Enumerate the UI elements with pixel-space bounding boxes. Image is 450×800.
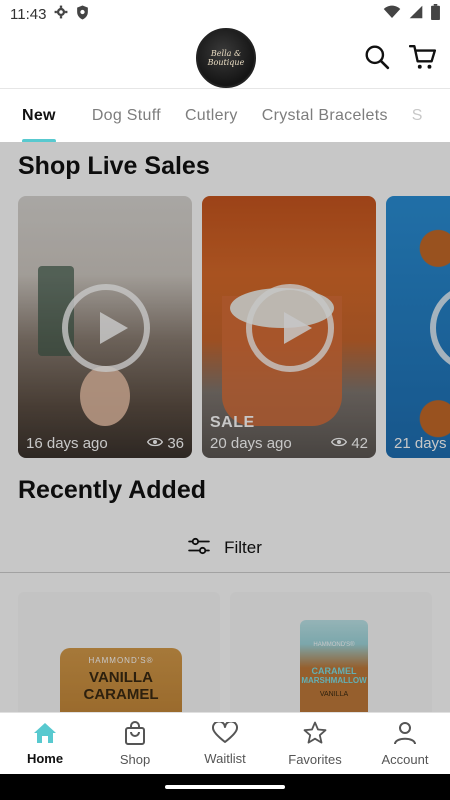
settings-icon (54, 5, 68, 23)
nav-waitlist[interactable]: Waitlist (180, 713, 270, 774)
nav-favorites[interactable]: Favorites (270, 713, 360, 774)
sale-badge: SALE (210, 414, 255, 431)
battery-icon (431, 4, 440, 24)
live-sale-age: 16 days ago (26, 435, 108, 452)
store-logo[interactable]: Bella & Boutique (196, 28, 256, 88)
tab-new[interactable]: New (0, 89, 80, 142)
live-sale-card[interactable]: 21 days (386, 196, 450, 458)
product-name-line2: MARSHMALLOW (301, 676, 367, 685)
tab-overflow[interactable]: S (400, 89, 435, 142)
nav-favorites-label: Favorites (288, 751, 342, 767)
filter-label: Filter (224, 538, 262, 557)
category-tabs: New Dog Stuff Cutlery Crystal Bracelets … (0, 88, 450, 142)
play-icon[interactable] (246, 284, 334, 372)
filter-sliders-icon (188, 537, 210, 560)
nav-waitlist-label: Waitlist (204, 750, 246, 766)
status-bar: 11:43 (0, 0, 450, 28)
product-name-line1: VANILLA (89, 669, 153, 686)
filter-button[interactable]: Filter (0, 522, 450, 574)
heart-icon (212, 720, 238, 747)
product-card[interactable]: HAMMOND'S® VANILLA CARAMEL (18, 592, 220, 712)
app-header: Bella & Boutique (0, 28, 450, 88)
eye-icon (331, 435, 348, 452)
nav-shop[interactable]: Shop (90, 713, 180, 774)
wifi-icon (383, 5, 401, 23)
live-sale-views: 36 (167, 435, 184, 452)
play-icon[interactable] (430, 284, 450, 372)
nav-shop-label: Shop (119, 751, 151, 767)
recently-added-title: Recently Added (18, 476, 207, 504)
tab-crystal-bracelets[interactable]: Crystal Bracelets (250, 89, 400, 142)
play-icon[interactable] (62, 284, 150, 372)
search-icon[interactable] (362, 42, 392, 72)
bottom-nav: Home Shop Waitlist Favorites Account (0, 712, 450, 774)
nav-home[interactable]: Home (0, 713, 90, 774)
nav-home-label: Home (26, 750, 64, 766)
product-brand: HAMMOND'S® (313, 642, 355, 648)
status-time: 11:43 (10, 5, 47, 23)
live-sale-card[interactable]: 16 days ago 36 (18, 196, 192, 458)
star-icon (303, 721, 327, 748)
nav-account[interactable]: Account (360, 713, 450, 774)
product-brand: HAMMOND'S® (88, 656, 154, 665)
product-name-line2: CARAMEL (83, 686, 159, 703)
product-card[interactable]: HAMMOND'S® CARAMEL MARSHMALLOW VANILLA (230, 592, 432, 712)
divider (0, 572, 450, 573)
shopping-bag-icon (124, 720, 146, 748)
live-sales-carousel[interactable]: 16 days ago 36 SALE 20 days ago 42 21 da… (18, 196, 450, 458)
product-name-line1: CARAMEL (311, 666, 357, 676)
tab-dog-stuff[interactable]: Dog Stuff (80, 89, 173, 142)
account-icon (394, 721, 416, 748)
home-gesture-handle[interactable] (165, 785, 285, 789)
home-icon (33, 722, 57, 747)
cell-signal-icon (409, 5, 423, 23)
main-content: Shop Live Sales 16 days ago 36 SALE 20 d… (0, 142, 450, 712)
product-flavor: VANILLA (319, 691, 349, 698)
nav-account-label: Account (381, 751, 429, 767)
live-sale-age: 21 days (394, 435, 447, 452)
tab-cutlery[interactable]: Cutlery (173, 89, 250, 142)
eye-icon (147, 435, 164, 452)
live-sale-age: 20 days ago (210, 435, 292, 452)
live-sale-card[interactable]: SALE 20 days ago 42 (202, 196, 376, 458)
live-sale-views: 42 (351, 435, 368, 452)
system-gesture-bar (0, 774, 450, 800)
shield-icon (76, 5, 89, 24)
live-sales-title: Shop Live Sales (18, 152, 210, 180)
cart-icon[interactable] (408, 42, 438, 72)
